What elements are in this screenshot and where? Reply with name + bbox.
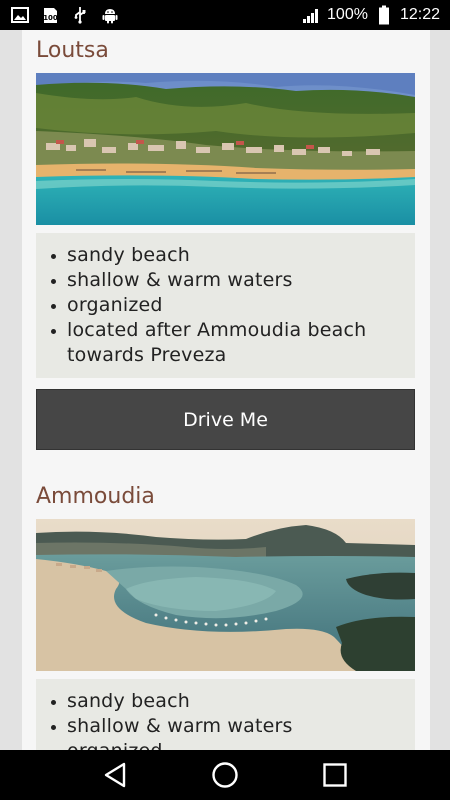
android-icon xyxy=(100,5,120,25)
feature-item: shallow & warm waters xyxy=(51,268,403,293)
beach-title: Ammoudia xyxy=(36,484,155,509)
beach-list[interactable]: Loutsa sandy beach shallow & warm waters… xyxy=(0,30,450,750)
feature-item: organized xyxy=(67,739,403,750)
status-icons-right: 100% 12:22 xyxy=(301,5,440,25)
beach-section-loutsa: Loutsa sandy beach shallow & warm waters… xyxy=(36,34,415,450)
navigation-bar xyxy=(0,750,450,800)
battery-icon xyxy=(374,5,394,25)
features-list: sandy beach shallow & warm waters organi… xyxy=(51,689,403,750)
image-icon xyxy=(10,5,30,25)
beach-card-container: Loutsa sandy beach shallow & warm waters… xyxy=(22,30,430,750)
svg-text:100: 100 xyxy=(43,14,58,22)
features-list-box: sandy beach shallow & warm waters organi… xyxy=(36,679,415,750)
loutsa-beach-photo xyxy=(36,73,415,225)
storage-100-icon: 100 xyxy=(40,5,60,25)
status-icons-left: 100 xyxy=(10,5,120,25)
signal-icon xyxy=(301,5,321,25)
feature-item: organized xyxy=(51,293,403,318)
drive-me-button[interactable]: Drive Me xyxy=(36,389,415,450)
back-icon[interactable] xyxy=(95,755,135,795)
beach-title: Loutsa xyxy=(36,38,109,63)
clock: 12:22 xyxy=(399,6,440,23)
feature-item: sandy beach xyxy=(51,689,403,714)
features-list: sandy beach shallow & warm waters organi… xyxy=(51,243,403,368)
ammoudia-beach-photo xyxy=(36,519,415,671)
feature-item: shallow & warm waters xyxy=(51,714,403,739)
beach-section-ammoudia: Ammoudia sandy beach shallow & warm wate… xyxy=(36,480,415,750)
battery-percent: 100% xyxy=(327,6,368,23)
usb-icon xyxy=(70,5,90,25)
home-icon[interactable] xyxy=(205,755,245,795)
recents-icon[interactable] xyxy=(315,755,355,795)
feature-item: sandy beach xyxy=(51,243,403,268)
features-list-box: sandy beach shallow & warm waters organi… xyxy=(36,233,415,378)
feature-item: located after Ammoudia beach towards Pre… xyxy=(51,318,403,368)
status-bar: 100 100% 12:22 xyxy=(0,0,450,30)
